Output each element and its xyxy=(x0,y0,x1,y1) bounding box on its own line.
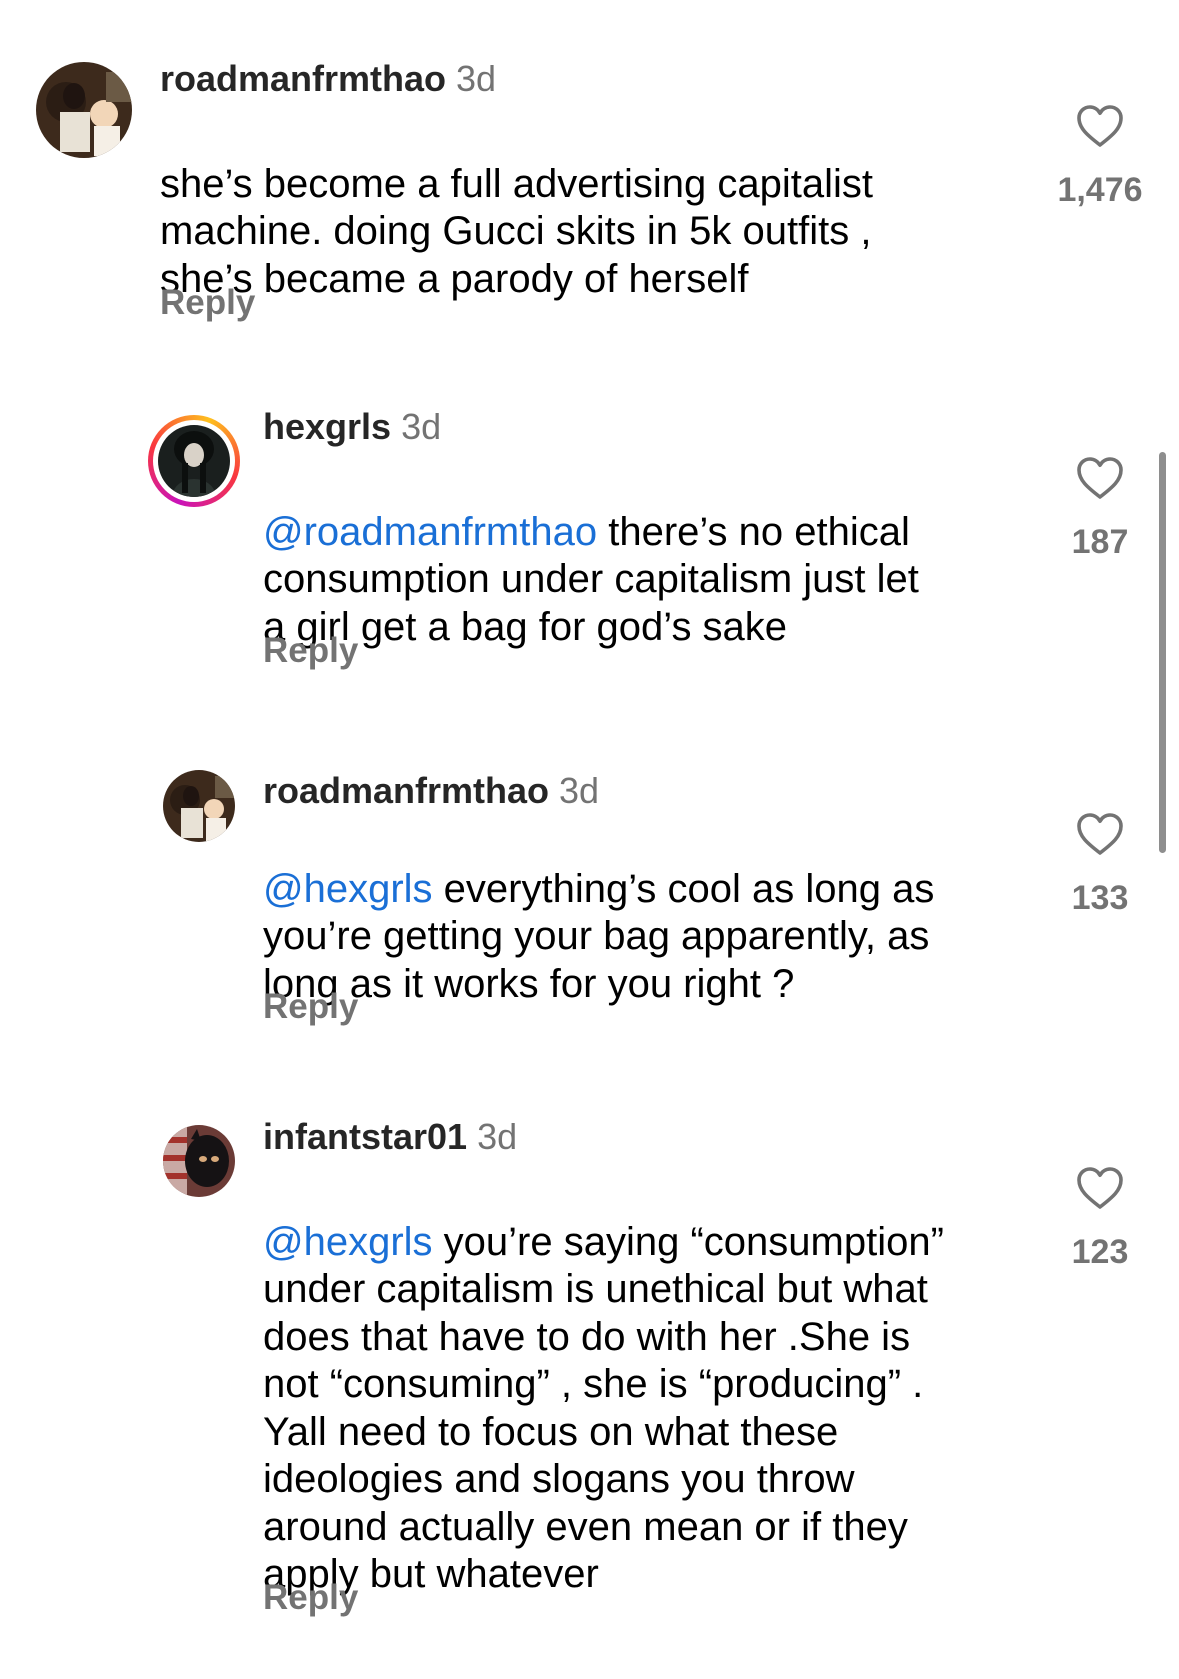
reply-button[interactable]: Reply xyxy=(263,1577,358,1619)
username[interactable]: infantstar01 xyxy=(263,1116,467,1157)
heart-outline-icon[interactable] xyxy=(1076,1166,1124,1210)
like-control: 1,476 xyxy=(1040,104,1160,210)
mention-link[interactable]: @roadmanfrmthao xyxy=(263,510,597,554)
comment-header: infantstar01 3d xyxy=(263,1116,517,1158)
username[interactable]: roadmanfrmthao xyxy=(263,770,549,811)
reply-button[interactable]: Reply xyxy=(263,986,358,1028)
comment-text: she’s become a full advertising capitali… xyxy=(160,113,1020,303)
heart-outline-icon[interactable] xyxy=(1076,456,1124,500)
comment-body: she’s become a full advertising capitali… xyxy=(160,161,873,301)
reply-button[interactable]: Reply xyxy=(160,282,255,324)
reply-button[interactable]: Reply xyxy=(263,630,358,672)
comment-text: @roadmanfrmthao there’s no ethical consu… xyxy=(263,461,1023,651)
comment-header: roadmanfrmthao 3d xyxy=(263,770,599,812)
like-control: 123 xyxy=(1040,1166,1160,1272)
reply-comment: infantstar01 3d @hexgrls you’re saying “c… xyxy=(0,1090,1179,1650)
mention-link[interactable]: @hexgrls xyxy=(263,1220,433,1264)
like-count: 133 xyxy=(1071,879,1129,917)
reply-comment: roadmanfrmthao 3d @hexgrls everything’s c… xyxy=(0,735,1179,1035)
like-count: 1,476 xyxy=(1057,171,1143,209)
like-control: 133 xyxy=(1040,812,1160,918)
comment-text: @hexgrls you’re saying “consumption” und… xyxy=(263,1171,1023,1599)
timestamp: 3d xyxy=(559,770,600,811)
heart-outline-icon[interactable] xyxy=(1076,812,1124,856)
heart-outline-icon[interactable] xyxy=(1076,104,1124,148)
avatar[interactable] xyxy=(158,425,230,497)
username[interactable]: roadmanfrmthao xyxy=(160,58,446,99)
scrollbar[interactable] xyxy=(1159,452,1166,853)
comment-text: @hexgrls everything’s cool as long as yo… xyxy=(263,818,1023,1008)
timestamp: 3d xyxy=(477,1116,518,1157)
comment-body: you’re saying “consumption” under capita… xyxy=(263,1219,944,1597)
timestamp: 3d xyxy=(456,58,497,99)
reply-comment: hexgrls 3d @roadmanfrmthao there’s no eth… xyxy=(0,380,1179,680)
like-count: 123 xyxy=(1071,1233,1129,1271)
comment: roadmanfrmthao 3d she’s become a full adv… xyxy=(0,0,1179,330)
username[interactable]: hexgrls xyxy=(263,406,391,447)
comment-header: hexgrls 3d xyxy=(263,406,441,448)
avatar[interactable] xyxy=(163,770,235,842)
comment-header: roadmanfrmthao 3d xyxy=(160,58,496,100)
avatar[interactable] xyxy=(36,62,132,158)
like-control: 187 xyxy=(1040,456,1160,562)
avatar[interactable] xyxy=(163,1125,235,1197)
mention-link[interactable]: @hexgrls xyxy=(263,867,433,911)
like-count: 187 xyxy=(1071,523,1129,561)
timestamp: 3d xyxy=(401,406,442,447)
